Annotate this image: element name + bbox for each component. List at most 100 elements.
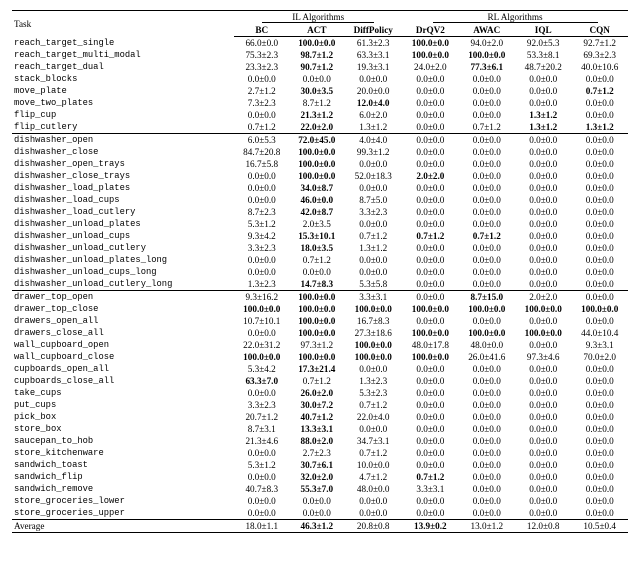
cell-value: 0.0±0.0 bbox=[571, 218, 628, 230]
cell-value: 0.7±1.2 bbox=[459, 230, 515, 242]
cell-value: 0.0±0.0 bbox=[402, 182, 458, 194]
task-name: drawer_top_open bbox=[12, 291, 234, 304]
cell-value: 0.0±0.0 bbox=[402, 134, 458, 147]
cell-value: 100.0±0.0 bbox=[459, 49, 515, 61]
cell-value: 70.0±2.0 bbox=[571, 351, 628, 363]
cell-value: 0.0±0.0 bbox=[402, 435, 458, 447]
cell-value: 0.0±0.0 bbox=[459, 435, 515, 447]
cell-value: 92.0±5.3 bbox=[515, 37, 571, 50]
cell-value: 16.7±8.3 bbox=[344, 315, 402, 327]
cell-value: 0.0±0.0 bbox=[571, 109, 628, 121]
cell-value: 69.3±2.3 bbox=[571, 49, 628, 61]
task-name: saucepan_to_hob bbox=[12, 435, 234, 447]
cell-value: 0.7±1.2 bbox=[402, 471, 458, 483]
cell-value: 13.3±3.1 bbox=[289, 423, 344, 435]
header-group-rl: RL Algorithms bbox=[402, 11, 628, 25]
cell-value: 1.3±1.2 bbox=[344, 121, 402, 134]
cell-value: 0.0±0.0 bbox=[571, 291, 628, 304]
cell-value: 0.0±0.0 bbox=[571, 447, 628, 459]
cell-value: 48.7±20.2 bbox=[515, 61, 571, 73]
cell-value: 1.3±1.2 bbox=[571, 121, 628, 134]
cell-value: 0.0±0.0 bbox=[459, 363, 515, 375]
task-name: dishwasher_close bbox=[12, 146, 234, 158]
cell-value: 100.0±0.0 bbox=[402, 37, 458, 50]
average-cell: 12.0±0.8 bbox=[515, 520, 571, 533]
task-name: dishwasher_load_plates bbox=[12, 182, 234, 194]
cell-value: 0.0±0.0 bbox=[571, 158, 628, 170]
cell-value: 0.0±0.0 bbox=[459, 387, 515, 399]
cell-value: 100.0±0.0 bbox=[344, 303, 402, 315]
cell-value: 0.0±0.0 bbox=[515, 85, 571, 97]
cell-value: 0.0±0.0 bbox=[234, 73, 289, 85]
task-name: reach_target_dual bbox=[12, 61, 234, 73]
cell-value: 0.0±0.0 bbox=[571, 97, 628, 109]
cell-value: 8.7±1.2 bbox=[289, 97, 344, 109]
cell-value: 2.7±2.3 bbox=[289, 447, 344, 459]
cell-value: 0.0±0.0 bbox=[571, 435, 628, 447]
cell-value: 0.0±0.0 bbox=[344, 507, 402, 520]
cell-value: 0.0±0.0 bbox=[459, 85, 515, 97]
header-task: Task bbox=[12, 11, 234, 37]
cell-value: 0.0±0.0 bbox=[571, 387, 628, 399]
cell-value: 0.0±0.0 bbox=[402, 315, 458, 327]
task-name: put_cups bbox=[12, 399, 234, 411]
cell-value: 0.0±0.0 bbox=[571, 230, 628, 242]
cell-value: 40.7±1.2 bbox=[289, 411, 344, 423]
task-name: wall_cupboard_open bbox=[12, 339, 234, 351]
cell-value: 90.7±1.2 bbox=[289, 61, 344, 73]
average-cell: 20.8±0.8 bbox=[344, 520, 402, 533]
cell-value: 0.0±0.0 bbox=[402, 375, 458, 387]
cell-value: 0.0±0.0 bbox=[402, 363, 458, 375]
cell-value: 0.0±0.0 bbox=[571, 278, 628, 291]
cell-value: 9.3±3.1 bbox=[571, 339, 628, 351]
task-name: dishwasher_load_cutlery bbox=[12, 206, 234, 218]
cell-value: 12.0±4.0 bbox=[344, 97, 402, 109]
task-name: dishwasher_close_trays bbox=[12, 170, 234, 182]
cell-value: 0.7±1.2 bbox=[289, 254, 344, 266]
cell-value: 0.0±0.0 bbox=[459, 471, 515, 483]
cell-value: 0.0±0.0 bbox=[234, 507, 289, 520]
cell-value: 48.0±17.8 bbox=[402, 339, 458, 351]
cell-value: 0.0±0.0 bbox=[402, 278, 458, 291]
cell-value: 0.0±0.0 bbox=[402, 459, 458, 471]
average-cell: 46.3±1.2 bbox=[289, 520, 344, 533]
cell-value: 34.0±8.7 bbox=[289, 182, 344, 194]
cell-value: 14.7±8.3 bbox=[289, 278, 344, 291]
task-name: dishwasher_load_cups bbox=[12, 194, 234, 206]
cell-value: 0.0±0.0 bbox=[459, 182, 515, 194]
cell-value: 0.0±0.0 bbox=[289, 495, 344, 507]
cell-value: 0.0±0.0 bbox=[571, 254, 628, 266]
cell-value: 0.0±0.0 bbox=[515, 242, 571, 254]
cell-value: 0.0±0.0 bbox=[571, 423, 628, 435]
cell-value: 0.0±0.0 bbox=[515, 134, 571, 147]
cell-value: 0.0±0.0 bbox=[515, 73, 571, 85]
cell-value: 0.0±0.0 bbox=[344, 495, 402, 507]
cell-value: 0.0±0.0 bbox=[459, 242, 515, 254]
cell-value: 40.7±8.3 bbox=[234, 483, 289, 495]
cell-value: 55.3±7.0 bbox=[289, 483, 344, 495]
cell-value: 0.0±0.0 bbox=[515, 339, 571, 351]
cell-value: 0.0±0.0 bbox=[459, 447, 515, 459]
task-name: dishwasher_unload_cutlery bbox=[12, 242, 234, 254]
cell-value: 100.0±0.0 bbox=[402, 303, 458, 315]
cell-value: 100.0±0.0 bbox=[571, 303, 628, 315]
cell-value: 48.0±0.0 bbox=[344, 483, 402, 495]
cell-value: 0.0±0.0 bbox=[571, 507, 628, 520]
cell-value: 97.3±4.6 bbox=[515, 351, 571, 363]
task-name: take_cups bbox=[12, 387, 234, 399]
cell-value: 1.3±1.2 bbox=[344, 242, 402, 254]
header-col-awac: AWAC bbox=[459, 24, 515, 37]
cell-value: 98.7±1.2 bbox=[289, 49, 344, 61]
cell-value: 10.0±0.0 bbox=[344, 459, 402, 471]
cell-value: 0.0±0.0 bbox=[515, 423, 571, 435]
cell-value: 0.0±0.0 bbox=[402, 242, 458, 254]
cell-value: 0.0±0.0 bbox=[402, 399, 458, 411]
cell-value: 0.0±0.0 bbox=[459, 495, 515, 507]
cell-value: 0.0±0.0 bbox=[402, 411, 458, 423]
task-name: cupboards_open_all bbox=[12, 363, 234, 375]
cell-value: 0.0±0.0 bbox=[515, 483, 571, 495]
cell-value: 5.3±2.3 bbox=[344, 387, 402, 399]
cell-value: 0.0±0.0 bbox=[515, 97, 571, 109]
cell-value: 44.0±10.4 bbox=[571, 327, 628, 339]
cell-value: 0.0±0.0 bbox=[402, 447, 458, 459]
